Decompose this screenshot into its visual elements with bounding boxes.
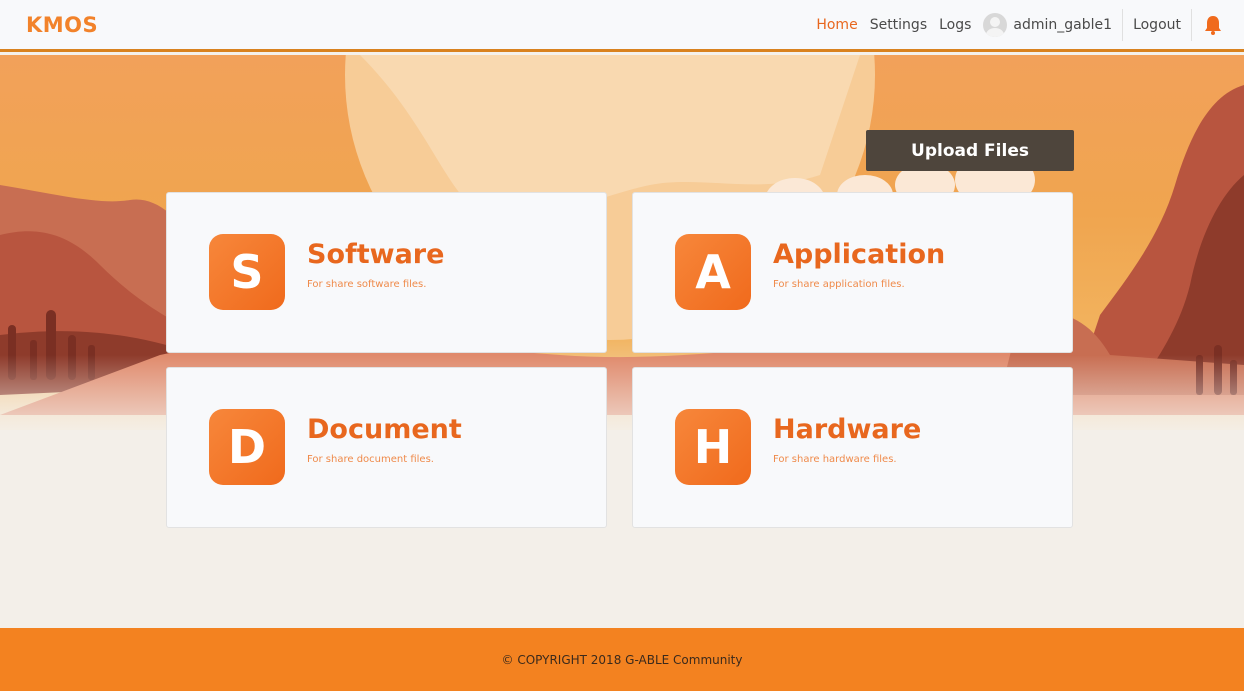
card-title: Hardware [773, 414, 922, 445]
card-title: Software [307, 239, 445, 270]
user-avatar-icon[interactable] [983, 13, 1008, 37]
category-card-software[interactable]: S Software For share software files. [166, 192, 607, 353]
nav-logs-link[interactable]: Logs [939, 17, 971, 33]
category-card-hardware[interactable]: H Hardware For share hardware files. [632, 367, 1073, 528]
card-description: For share hardware files. [773, 454, 897, 465]
page-footer: © COPYRIGHT 2018 G-ABLE Community [0, 628, 1244, 691]
document-letter-icon: D [209, 409, 285, 485]
card-description: For share document files. [307, 454, 434, 465]
card-description: For share application files. [773, 279, 905, 290]
card-description: For share software files. [307, 279, 427, 290]
nav-divider [1191, 9, 1192, 41]
nav-settings-link[interactable]: Settings [870, 17, 927, 33]
top-navbar: KMOS Home Settings Logs admin_gable1 Log… [0, 0, 1244, 52]
card-title: Document [307, 414, 462, 445]
hardware-letter-icon: H [675, 409, 751, 485]
software-letter-icon: S [209, 234, 285, 310]
app-logo[interactable]: KMOS [26, 13, 98, 37]
copyright-text: © COPYRIGHT 2018 G-ABLE Community [501, 652, 743, 667]
nav-home-link[interactable]: Home [816, 17, 857, 33]
category-card-application[interactable]: A Application For share application file… [632, 192, 1073, 353]
nav-menu: Home Settings Logs admin_gable1 Logout [810, 0, 1226, 50]
logout-link[interactable]: Logout [1133, 17, 1181, 33]
application-letter-icon: A [675, 234, 751, 310]
category-card-document[interactable]: D Document For share document files. [166, 367, 607, 528]
bell-icon[interactable] [1200, 12, 1226, 38]
nav-divider [1122, 9, 1124, 41]
card-title: Application [773, 239, 946, 270]
username-link[interactable]: admin_gable1 [1013, 17, 1112, 33]
upload-files-button[interactable]: Upload Files [866, 130, 1074, 171]
